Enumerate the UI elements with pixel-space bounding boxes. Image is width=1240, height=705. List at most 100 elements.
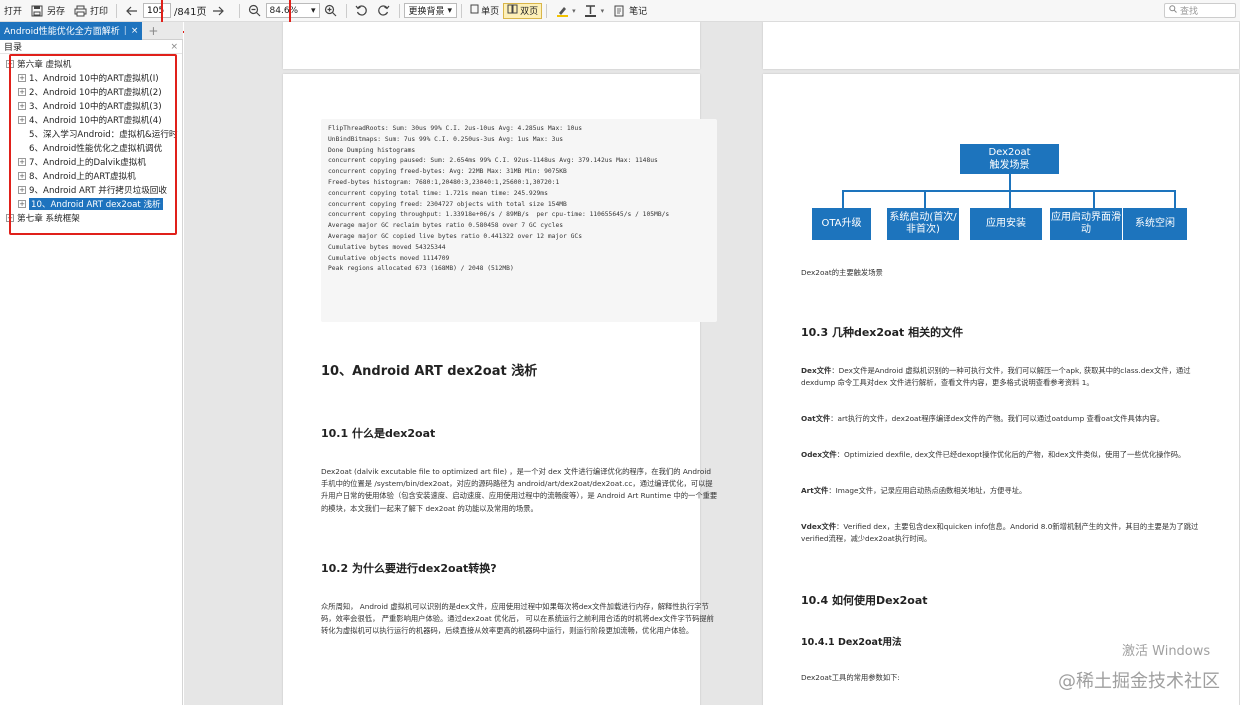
toolbar-divider — [461, 3, 463, 18]
code-block: FlipThreadRoots: Sum: 30us 99% C.I. 2us-… — [321, 119, 717, 322]
code-line: Cumulative bytes moved 54325344 — [328, 243, 446, 251]
print-button[interactable]: 打印 — [69, 1, 112, 21]
text-color-button[interactable]: ▾ — [580, 1, 609, 21]
code-line: concurrent copying total time: 1.721s me… — [328, 189, 548, 197]
definition-text: ：Verified dex，主要包含dex和quicken info信息。And… — [801, 522, 1199, 544]
section-heading: 10、Android ART dex2oat 浅析 — [321, 364, 538, 379]
code-line: concurrent copying freed: 2304727 object… — [328, 200, 567, 208]
definition-text: ：Optimizied dexfile, dex文件已经dexopt操作优化后的… — [836, 450, 1186, 459]
close-icon[interactable]: × — [131, 26, 139, 36]
tab-bar: Android性能优化全方面解析 | × + — [0, 21, 183, 40]
diagram-connector — [1009, 174, 1011, 190]
diagram-node: 应用启动界面滑动 — [1050, 208, 1122, 240]
code-line: UnBindBitmaps: Sum: 7us 99% C.I. 0.250us… — [328, 135, 564, 143]
rotate-right-icon — [377, 4, 391, 18]
definition-text: ：Dex文件是Android 虚拟机识别的一种可执行文件，我们可以解压一个apk… — [801, 366, 1191, 388]
code-line: concurrent copying throughput: 1.33918e+… — [328, 211, 670, 219]
diagram-connector — [1093, 190, 1095, 208]
chevron-down-icon: ▾ — [600, 6, 605, 15]
save-as-button[interactable]: 另存 — [26, 1, 69, 21]
tab-separator: | — [123, 25, 127, 36]
definition-item: Dex文件：Dex文件是Android 虚拟机识别的一种可执行文件，我们可以解压… — [801, 365, 1201, 389]
figure-caption: Dex2oat的主要触发场景 — [801, 268, 883, 277]
subsubsection-heading: 10.4.1 Dex2oat用法 — [801, 637, 902, 648]
double-page-button[interactable]: 双页 — [503, 2, 543, 19]
document-viewport[interactable]: FlipThreadRoots: Sum: 30us 99% C.I. 2us-… — [184, 22, 1240, 705]
diagram-connector — [842, 190, 844, 208]
diagram-connector — [1009, 190, 1011, 208]
subsection-heading: 10.1 什么是dex2oat — [321, 427, 436, 440]
open-button[interactable]: 打开 — [0, 1, 26, 21]
subsection-heading: 10.3 几种dex2oat 相关的文件 — [801, 326, 964, 339]
note-icon — [612, 4, 626, 18]
definition-text: ：art执行的文件，dex2oat程序编译dex文件的产物。我们可以通过oatd… — [830, 414, 1165, 423]
diagram-node: 系统启动(首次/非首次) — [887, 208, 959, 240]
definition-term: Dex文件 — [801, 366, 832, 375]
background-select[interactable]: 更换背景 ▾ — [403, 3, 458, 18]
definition-item: Oat文件：art执行的文件，dex2oat程序编译dex文件的产物。我们可以通… — [801, 413, 1201, 425]
rotate-right-button[interactable] — [373, 1, 395, 21]
chevron-down-icon: ▾ — [572, 6, 576, 15]
subsection-heading: 10.4 如何使用Dex2oat — [801, 594, 928, 607]
diagram-connector — [1174, 190, 1176, 208]
diagram-node: 系统空闲 — [1123, 208, 1187, 240]
toolbar-divider — [546, 3, 548, 18]
page-right: Dex2oat 触发场景 OTA升级 系统启动(首次/非首次) 应用安装 应用启动… — [763, 74, 1239, 705]
definition-item: Odex文件：Optimizied dexfile, dex文件已经dexopt… — [801, 449, 1201, 461]
page-previous-left — [283, 22, 700, 69]
rotate-left-button[interactable] — [351, 1, 373, 21]
diagram-node: OTA升级 — [812, 208, 871, 240]
code-line: concurrent copying paused: Sum: 2.654ms … — [328, 157, 658, 165]
close-icon[interactable]: × — [170, 42, 178, 52]
code-line: Average major GC reclaim bytes ratio 0.5… — [328, 222, 564, 230]
code-line: FlipThreadRoots: Sum: 30us 99% C.I. 2us-… — [328, 125, 583, 132]
definition-term: Art文件 — [801, 486, 829, 495]
code-line: Peak regions allocated 673 (168MB) / 204… — [328, 265, 514, 273]
paragraph: Dex2oat (dalvik excutable file to optimi… — [321, 467, 718, 513]
definition-item: Vdex文件：Verified dex，主要包含dex和quicken info… — [801, 521, 1201, 545]
code-line: Average major GC copied live bytes ratio… — [328, 232, 583, 240]
definition-text: ：Image文件，记录应用启动热点函数相关地址，方便寻址。 — [828, 486, 1027, 495]
notes-button[interactable]: 笔记 — [608, 1, 651, 21]
paragraph: 众所周知， Android 虚拟机可以识别的是dex文件，应用使用过程中如果每次… — [321, 602, 714, 636]
definition-term: Oat文件 — [801, 414, 831, 423]
single-page-icon — [470, 4, 479, 17]
search-input[interactable]: 查找 — [1164, 3, 1236, 18]
diagram-connector — [924, 190, 926, 208]
save-icon — [30, 4, 44, 18]
highlighter-icon — [555, 4, 569, 18]
search-icon — [1169, 5, 1177, 16]
page-left: FlipThreadRoots: Sum: 30us 99% C.I. 2us-… — [283, 74, 717, 705]
diagram-root-label: 触发场景 — [989, 160, 1030, 171]
diagram-root-label: Dex2oat — [988, 147, 1031, 158]
diagram-connector — [842, 190, 1174, 192]
double-page-icon — [507, 4, 518, 17]
zoom-in-icon — [324, 4, 338, 18]
code-line: Done Dumping histograms — [328, 146, 416, 154]
text-color-icon — [584, 4, 598, 18]
rotate-left-icon — [355, 4, 369, 18]
prev-page-button[interactable] — [121, 1, 143, 21]
tab-document[interactable]: Android性能优化全方面解析 | × — [0, 21, 143, 40]
toolbar-divider — [398, 3, 400, 18]
highlight-button[interactable]: ▾ — [551, 1, 580, 21]
toolbar-divider — [345, 3, 347, 18]
chevron-down-icon: ▾ — [310, 5, 316, 16]
code-line: concurrent copying freed-bytes: Avg: 22M… — [328, 168, 567, 176]
subsection-heading: 10.2 为什么要进行dex2oat转换? — [321, 562, 497, 575]
single-page-button[interactable]: 单页 — [466, 3, 503, 19]
code-line: Cumulative objects moved 1114709 — [328, 254, 450, 262]
paragraph: Dex2oat工具的常用参数如下: — [801, 673, 900, 682]
definition-term: Vdex文件 — [801, 522, 837, 531]
definition-term: Odex文件 — [801, 450, 837, 459]
new-tab-button[interactable]: + — [148, 24, 158, 38]
zoom-in-button[interactable] — [320, 1, 342, 21]
watermark: @稀土掘金技术社区 — [1058, 671, 1220, 692]
diagram-root-node: Dex2oat 触发场景 — [960, 144, 1059, 174]
printer-icon — [73, 4, 87, 18]
chevron-down-icon: ▾ — [447, 5, 453, 16]
diagram-node: 应用安装 — [970, 208, 1042, 240]
annotation-box-toc — [9, 54, 177, 235]
code-line: Freed-bytes histogram: 7680:1,20480:3,23… — [328, 178, 560, 186]
toolbar-divider — [116, 3, 118, 18]
